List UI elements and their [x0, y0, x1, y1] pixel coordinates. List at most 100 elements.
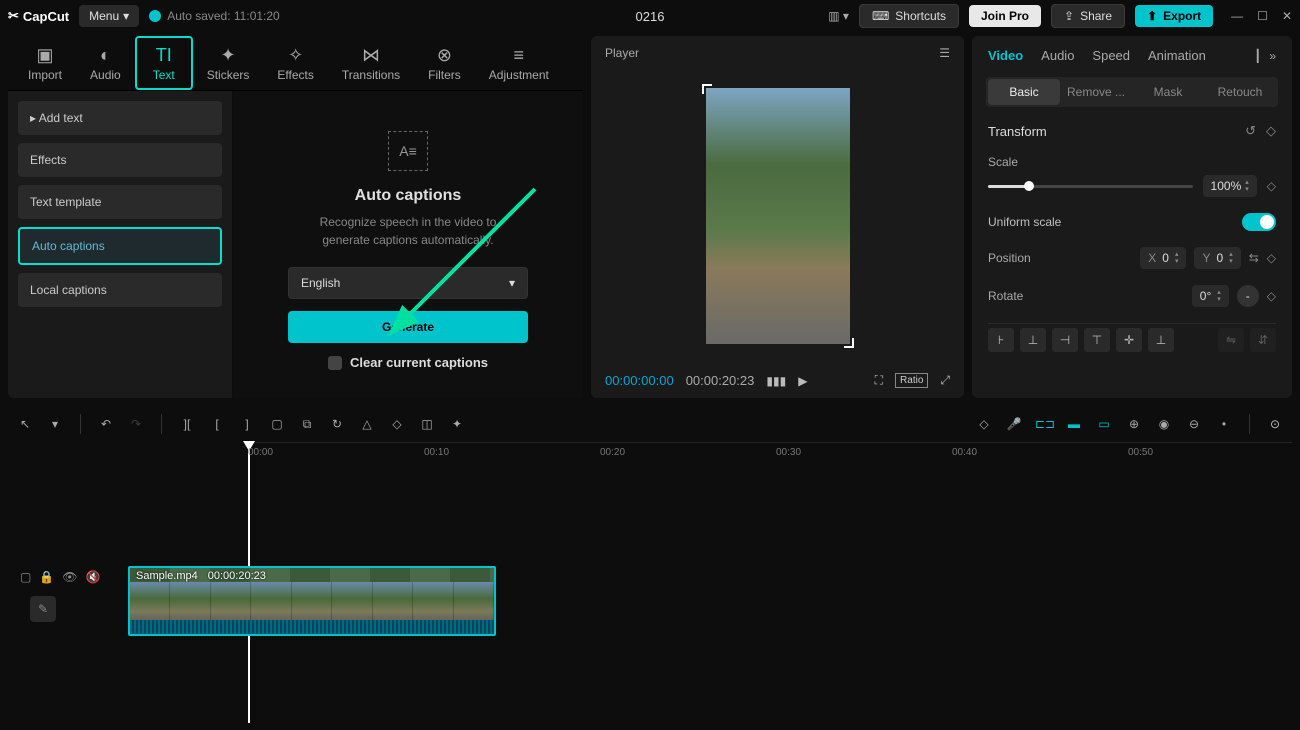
tab-audio-props[interactable]: Audio	[1041, 48, 1074, 63]
player-menu-icon[interactable]: ☰	[939, 46, 950, 60]
scale-slider[interactable]	[988, 185, 1193, 188]
align-top-icon[interactable]: ⊤	[1084, 328, 1110, 352]
sidebar-local-captions[interactable]: Local captions	[18, 273, 222, 307]
collapse-icon[interactable]: ▢	[20, 570, 31, 584]
tab-speed[interactable]: Speed	[1092, 48, 1130, 63]
mute-icon[interactable]: 🔇	[86, 570, 101, 584]
close-button[interactable]: ✕	[1282, 9, 1292, 23]
link-track-icon[interactable]: ▬	[1065, 417, 1083, 431]
subtab-retouch[interactable]: Retouch	[1204, 79, 1276, 105]
zoom-slider[interactable]: •	[1215, 417, 1233, 431]
select-tool-icon[interactable]: ↖	[16, 417, 34, 431]
tab-adjustment[interactable]: ≡Adjustment	[475, 36, 563, 90]
tab-stickers[interactable]: ✦Stickers	[193, 36, 264, 90]
export-icon: ⬆	[1147, 9, 1157, 23]
export-button[interactable]: ⬆Export	[1135, 5, 1213, 27]
clear-captions-row[interactable]: Clear current captions	[328, 355, 488, 370]
clear-checkbox[interactable]	[328, 356, 342, 370]
more-icon[interactable]: »	[1269, 49, 1276, 63]
play-button[interactable]: ▶	[798, 374, 807, 388]
generate-button[interactable]: Generate	[288, 311, 528, 343]
lock-icon[interactable]: 🔒	[39, 570, 54, 584]
shortcuts-button[interactable]: ⌨Shortcuts	[859, 4, 959, 28]
scale-value[interactable]: 100%▴▾	[1203, 175, 1257, 197]
layout-icon[interactable]: ▥ ▾	[828, 9, 849, 23]
divider-icon: ┃	[1254, 49, 1261, 63]
chevron-down-icon[interactable]: ▾	[46, 417, 64, 431]
rotate-input[interactable]: 0°▴▾	[1192, 285, 1229, 307]
trim-left-icon[interactable]: [	[208, 417, 226, 432]
keyframe-icon[interactable]: ◇	[1266, 123, 1276, 139]
zoom-out-icon[interactable]: ⊖	[1185, 417, 1203, 431]
tab-transitions[interactable]: ⋈Transitions	[328, 36, 414, 90]
keyframe-icon[interactable]: ◇	[1267, 289, 1276, 303]
share-button[interactable]: ⇪Share	[1051, 4, 1125, 28]
reset-icon[interactable]: ↺	[1245, 123, 1256, 139]
copy-icon[interactable]: ⧉	[298, 417, 316, 432]
align-left-icon[interactable]: ⊦	[988, 328, 1014, 352]
subtab-remove[interactable]: Remove ...	[1060, 79, 1132, 105]
subtab-basic[interactable]: Basic	[988, 79, 1060, 105]
flip-v-icon[interactable]: ⇵	[1250, 328, 1276, 352]
keyframe-icon[interactable]: ◇	[1267, 179, 1276, 193]
x-input[interactable]: X0▴▾	[1140, 247, 1186, 269]
rotate-icon[interactable]: ◇	[388, 417, 406, 432]
marker-icon[interactable]: ⊕	[1125, 417, 1143, 431]
focus-icon[interactable]: ⛶	[875, 373, 883, 388]
tab-audio[interactable]: ◐Audio	[76, 36, 135, 90]
sidebar-auto-captions[interactable]: Auto captions	[18, 227, 222, 265]
edit-track-icon[interactable]: ✎	[30, 596, 56, 622]
redo-icon[interactable]: ↷	[127, 417, 145, 431]
track-area[interactable]: Sample.mp400:00:20:23	[128, 466, 1292, 726]
tab-text[interactable]: TIText	[135, 36, 193, 90]
eye-icon[interactable]: 👁	[62, 570, 77, 584]
mirror-icon[interactable]: △	[358, 417, 376, 432]
minimize-button[interactable]: —	[1231, 9, 1243, 23]
split-icon[interactable]: ][	[178, 417, 196, 432]
align-hcenter-icon[interactable]: ⊥	[1020, 328, 1046, 352]
timeline-ruler[interactable]: 00:00 00:10 00:20 00:30 00:40 00:50 01:0…	[248, 442, 1292, 466]
tab-video[interactable]: Video	[988, 48, 1023, 63]
align-vcenter-icon[interactable]: ✛	[1116, 328, 1142, 352]
join-pro-button[interactable]: Join Pro	[969, 5, 1041, 27]
delete-icon[interactable]: ▢	[268, 417, 286, 432]
trim-right-icon[interactable]: ]	[238, 417, 256, 432]
align-right-icon[interactable]: ⊣	[1052, 328, 1078, 352]
menu-button[interactable]: Menu▾	[79, 5, 139, 27]
bars-icon[interactable]: ▮▮▮	[766, 374, 786, 388]
keyframe-icon[interactable]: ◇	[1267, 251, 1276, 265]
tab-effects[interactable]: ✧Effects	[263, 36, 327, 90]
blend-input[interactable]: -	[1237, 285, 1259, 307]
crop-icon[interactable]: ◫	[418, 417, 436, 432]
flip-h-icon[interactable]: ⇋	[1218, 328, 1244, 352]
snap-icon[interactable]: ⊏⊐	[1035, 417, 1053, 431]
preview-icon[interactable]: ▭	[1095, 417, 1113, 431]
maximize-button[interactable]: ☐	[1257, 9, 1268, 23]
reverse-icon[interactable]: ↻	[328, 417, 346, 432]
subtab-mask[interactable]: Mask	[1132, 79, 1204, 105]
fit-icon[interactable]: ⊙	[1266, 417, 1284, 431]
sidebar-effects[interactable]: Effects	[18, 143, 222, 177]
tab-filters[interactable]: ⊗Filters	[414, 36, 475, 90]
link-icon[interactable]: ⇆	[1249, 251, 1259, 265]
language-dropdown[interactable]: English▾	[288, 267, 528, 299]
stepper-icon[interactable]: ▴▾	[1245, 179, 1249, 193]
sidebar-add-text[interactable]: ▸ Add text	[18, 101, 222, 135]
undo-icon[interactable]: ↶	[97, 417, 115, 431]
caption-frame-icon: A≡	[388, 131, 428, 171]
sidebar-text-template[interactable]: Text template	[18, 185, 222, 219]
magnet-icon[interactable]: ◇	[975, 417, 993, 431]
record-icon[interactable]: ◉	[1155, 417, 1173, 431]
mic-icon[interactable]: 🎤	[1005, 417, 1023, 431]
fullscreen-icon[interactable]: ⤢	[940, 373, 950, 388]
video-clip[interactable]: Sample.mp400:00:20:23	[128, 566, 496, 636]
align-bottom-icon[interactable]: ⊥	[1148, 328, 1174, 352]
uniform-toggle[interactable]	[1242, 213, 1276, 231]
y-input[interactable]: Y0▴▾	[1194, 247, 1240, 269]
tab-animation[interactable]: Animation	[1148, 48, 1206, 63]
preview-area[interactable]	[605, 66, 950, 365]
video-preview[interactable]	[706, 88, 850, 344]
tab-import[interactable]: ▣Import	[14, 36, 76, 90]
ratio-button[interactable]: Ratio	[895, 373, 928, 388]
enhance-icon[interactable]: ✦	[448, 417, 466, 432]
